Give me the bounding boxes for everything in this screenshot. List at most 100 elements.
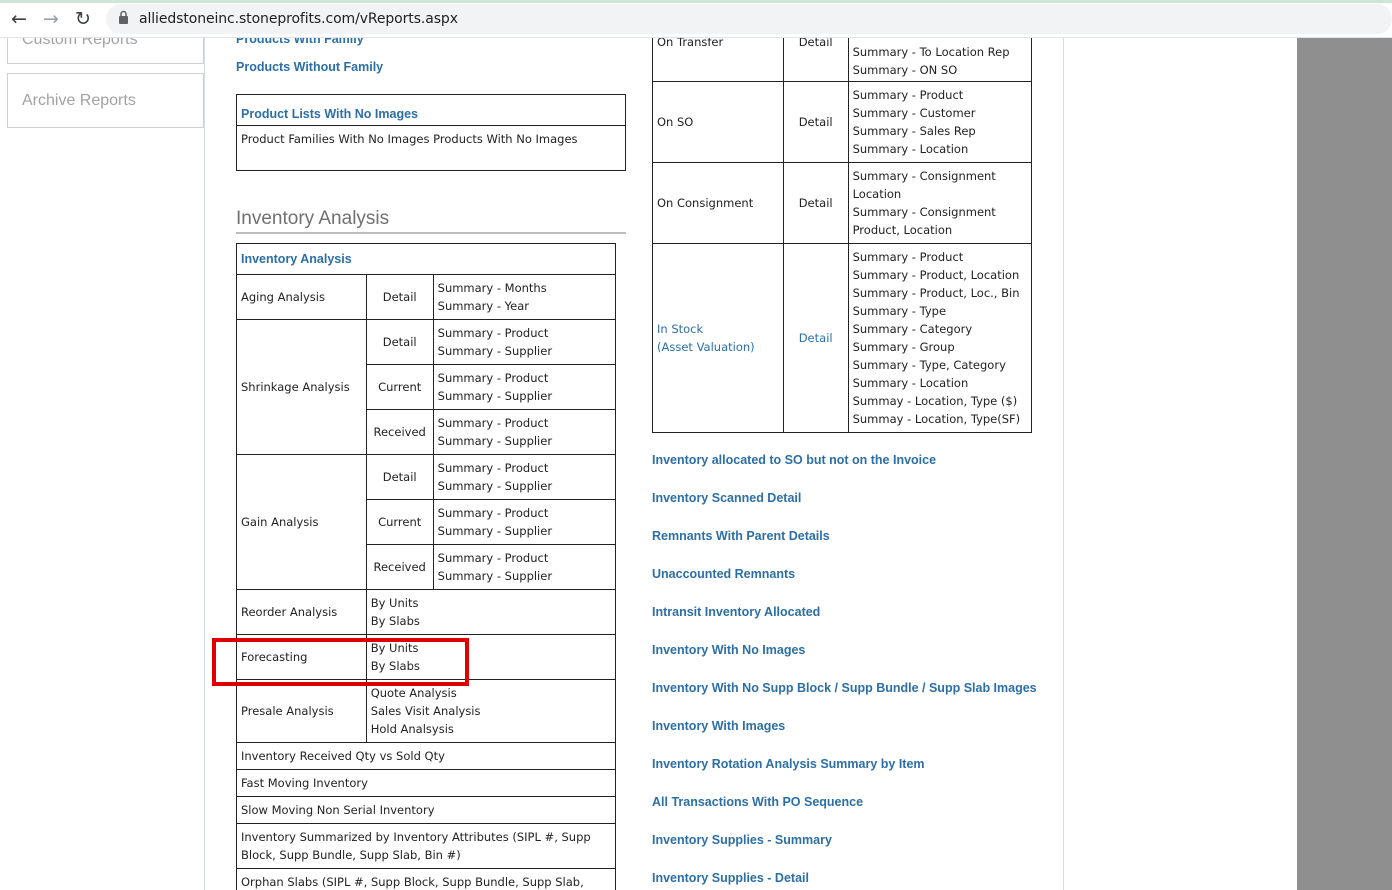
link-inventory-supplies-summary[interactable]: Inventory Supplies - Summary	[652, 833, 832, 847]
summary-link[interactable]: Summary - Year	[438, 297, 611, 315]
summary-link[interactable]: Summary - Product	[853, 86, 1027, 104]
back-arrow-icon[interactable]: ←	[8, 8, 30, 30]
link-products-without-family[interactable]: Products Without Family	[236, 60, 383, 74]
summary-link[interactable]: Summary - Product	[438, 369, 611, 387]
summary-link[interactable]: Summary - Supplier	[438, 432, 611, 450]
link-unaccounted-remnants[interactable]: Unaccounted Remnants	[652, 567, 795, 581]
reload-icon[interactable]: ↻	[72, 8, 94, 30]
highlight-box	[212, 638, 469, 686]
report-link[interactable]: Slow Moving Non Serial Inventory	[236, 796, 616, 824]
lock-icon[interactable]	[118, 10, 129, 26]
link-inventory-allocated-so[interactable]: Inventory allocated to SO but not on the…	[652, 453, 936, 467]
summary-link[interactable]: Summary - Supplier	[438, 342, 611, 360]
summary-link[interactable]: Summary - Type	[853, 302, 1027, 320]
summary-link[interactable]: Summary - Product	[853, 248, 1027, 266]
summary-link[interactable]: Summary - Product, Loc., Bin	[853, 284, 1027, 302]
detail-link[interactable]: Detail	[782, 38, 849, 82]
list-item[interactable]: Product Families With No Images	[241, 132, 430, 146]
reports-page: Custom Reports Archive Reports Products …	[0, 38, 1392, 890]
link-remnants-parent-details[interactable]: Remnants With Parent Details	[652, 529, 830, 543]
browser-toolbar: ← → ↻ alliedstoneinc.stoneprofits.com/vR…	[0, 0, 1392, 38]
link-inventory-no-images[interactable]: Inventory With No Images	[652, 643, 805, 657]
current-link[interactable]: Current	[365, 364, 434, 410]
link-intransit-inventory-allocated[interactable]: Intransit Inventory Allocated	[652, 605, 820, 619]
by-slabs-link[interactable]: By Slabs	[371, 612, 611, 630]
inventory-status-table: On Transfer Detail Summary - To Location…	[652, 38, 1033, 433]
received-link[interactable]: Received	[365, 544, 434, 590]
quote-analysis-link[interactable]: Quote Analysis	[371, 684, 611, 702]
link-transactions-po-sequence[interactable]: All Transactions With PO Sequence	[652, 795, 863, 809]
summary-link[interactable]: Summary - Consignment Location	[853, 167, 1027, 203]
row-label: On Transfer	[652, 38, 784, 82]
detail-link[interactable]: Detail	[365, 274, 434, 320]
sales-visit-analysis-link[interactable]: Sales Visit Analysis	[371, 702, 611, 720]
summary-link[interactable]: Summary - Customer	[853, 104, 1027, 122]
inventory-analysis-table: Inventory Analysis Aging Analysis Detail…	[236, 243, 617, 890]
list-item[interactable]: Products With No Images	[433, 132, 577, 146]
link-product-lists-no-images[interactable]: Product Lists With No Images	[241, 107, 418, 121]
hold-analysis-link[interactable]: Hold Analsysis	[371, 720, 611, 738]
report-link[interactable]: Orphan Slabs (SIPL #, Supp Block, Supp B…	[236, 868, 616, 890]
summary-link[interactable]: Summary - Product	[438, 459, 611, 477]
table-row: Presale Analysis Quote Analysis Sales Vi…	[236, 679, 617, 743]
detail-link[interactable]: Detail	[782, 243, 849, 433]
url-text[interactable]: alliedstoneinc.stoneprofits.com/vReports…	[139, 10, 458, 28]
summary-link[interactable]: Summary - Category	[853, 320, 1027, 338]
table-row: In Stock (Asset Valuation) Detail Summar…	[652, 243, 1033, 433]
summary-link[interactable]: Summary - Location	[853, 374, 1027, 392]
row-label: Aging Analysis	[236, 274, 367, 320]
summary-link[interactable]: Summary - Product	[438, 414, 611, 432]
forward-arrow-icon[interactable]: →	[40, 8, 62, 30]
current-link[interactable]: Current	[365, 499, 434, 545]
report-link[interactable]: Inventory Received Qty vs Sold Qty	[236, 742, 616, 770]
sidebar-item-custom-reports[interactable]: Custom Reports	[7, 38, 204, 64]
table-row: On SO Detail Summary - Product Summary -…	[652, 81, 1033, 163]
table-row: Shrinkage Analysis Detail Summary - Prod…	[236, 319, 617, 455]
summary-link[interactable]: Summary - Supplier	[438, 477, 611, 495]
detail-link[interactable]: Detail	[782, 162, 849, 244]
page-gutter	[1297, 38, 1392, 890]
summary-link[interactable]: Summary - Type, Category	[853, 356, 1027, 374]
table-row: On Transfer Detail Summary - To Location…	[652, 38, 1033, 82]
summary-link[interactable]: Summary - Sales Rep	[853, 122, 1027, 140]
asset-valuation-label[interactable]: (Asset Valuation)	[657, 338, 779, 356]
link-inventory-scanned-detail[interactable]: Inventory Scanned Detail	[652, 491, 801, 505]
link-inventory-no-supp-images[interactable]: Inventory With No Supp Block / Supp Bund…	[652, 681, 1037, 695]
summary-link[interactable]: Summary - Supplier	[438, 522, 611, 540]
detail-link[interactable]: Detail	[782, 81, 849, 163]
row-label: On Consignment	[652, 162, 784, 244]
summary-link[interactable]: Summary - Product	[438, 504, 611, 522]
summary-link[interactable]: Summary - Months	[438, 279, 611, 297]
in-stock-link[interactable]: In Stock	[657, 320, 779, 338]
table-row: Gain Analysis Detail Summary - Product S…	[236, 454, 617, 590]
by-units-link[interactable]: By Units	[371, 594, 611, 612]
summary-link[interactable]: Summary - Product, Location	[853, 266, 1027, 284]
received-link[interactable]: Received	[365, 409, 434, 455]
summary-link[interactable]: Summary - Product	[438, 549, 611, 567]
summary-link[interactable]: Summary - Consignment Product, Location	[853, 203, 1027, 239]
summary-link[interactable]: Summary - Location	[853, 140, 1027, 158]
report-link[interactable]: Inventory Summarized by Inventory Attrib…	[236, 823, 616, 869]
link-inventory-rotation-analysis[interactable]: Inventory Rotation Analysis Summary by I…	[652, 757, 925, 771]
table-row: Reorder Analysis By Units By Slabs	[236, 589, 617, 635]
link-inventory-with-images[interactable]: Inventory With Images	[652, 719, 785, 733]
summary-link[interactable]: Summay - Location, Type ($)	[853, 392, 1027, 410]
link-inventory-supplies-detail[interactable]: Inventory Supplies - Detail	[652, 871, 809, 885]
summary-link[interactable]: Summary - Product	[438, 324, 611, 342]
detail-link[interactable]: Detail	[365, 319, 434, 365]
summary-link[interactable]: Summary - Supplier	[438, 567, 611, 585]
product-lists-no-images-box: Product Lists With No Images Product Fam…	[236, 94, 626, 171]
summary-link[interactable]: Summary - Group	[853, 338, 1027, 356]
table-row: Aging Analysis Detail Summary - Months S…	[236, 274, 617, 320]
summary-link[interactable]: Summary - To Location Rep	[853, 43, 1027, 61]
link-products-with-family[interactable]: Products With Family	[236, 38, 364, 46]
detail-link[interactable]: Detail	[365, 454, 434, 500]
summary-link[interactable]: Summary - Supplier	[438, 387, 611, 405]
row-label: Presale Analysis	[236, 679, 367, 743]
summary-link[interactable]: Summay - Location, Type(SF)	[853, 410, 1027, 428]
section-title-inventory-analysis: Inventory Analysis	[236, 208, 390, 229]
table-header-inventory-analysis[interactable]: Inventory Analysis	[241, 252, 352, 266]
report-link[interactable]: Fast Moving Inventory	[236, 769, 616, 797]
summary-link[interactable]: Summary - ON SO	[853, 61, 1027, 79]
sidebar-item-archive-reports[interactable]: Archive Reports	[7, 73, 204, 128]
